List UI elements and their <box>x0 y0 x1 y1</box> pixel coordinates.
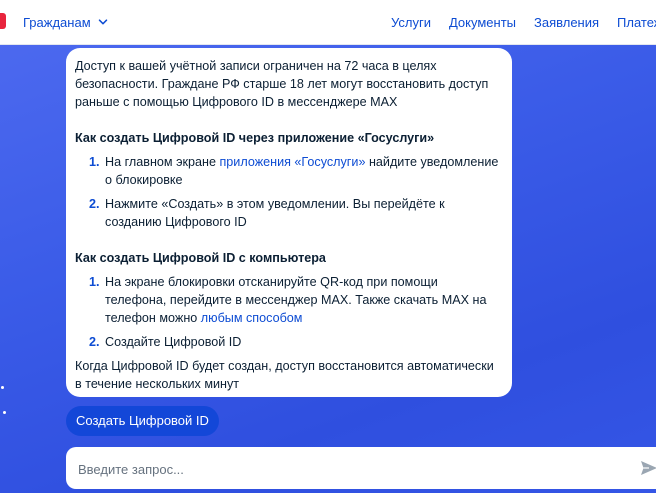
step-text: Создайте Цифровой ID <box>105 335 242 349</box>
nav-item-services[interactable]: Услуги <box>391 15 431 30</box>
nav-item-payments[interactable]: Платежи <box>617 15 656 30</box>
list-item: 1. На экране блокировки отсканируйте QR-… <box>75 273 502 327</box>
step-number: 2. <box>89 197 100 211</box>
step-number: 1. <box>89 155 100 169</box>
pc-steps-list: 1. На экране блокировки отсканируйте QR-… <box>75 273 502 351</box>
create-digital-id-button[interactable]: Создать Цифровой ID <box>66 406 219 436</box>
gosuslugi-app-link[interactable]: приложения «Госуслуги» <box>219 155 365 169</box>
decorative-dot <box>3 411 6 414</box>
top-navigation-bar: Гражданам Услуги Документы Заявления Пла… <box>0 0 656 45</box>
message-intro: Доступ к вашей учётной записи ограничен … <box>75 59 489 109</box>
decorative-dot <box>1 386 4 389</box>
step-text: Нажмите «Создать» в этом уведомлении. Вы… <box>105 197 445 229</box>
query-input[interactable] <box>76 455 620 483</box>
assistant-message-card: Доступ к вашей учётной записи ограничен … <box>66 48 512 397</box>
chevron-down-icon <box>98 19 107 25</box>
nav-item-documents[interactable]: Документы <box>449 15 516 30</box>
app-section-title: Как создать Цифровой ID через приложение… <box>75 131 435 145</box>
nav-item-applications[interactable]: Заявления <box>534 15 599 30</box>
list-item: 1. На главном экране приложения «Госуслу… <box>75 153 502 189</box>
query-input-bar <box>66 447 656 489</box>
list-item: 2. Создайте Цифровой ID <box>75 333 502 351</box>
step-number: 1. <box>89 275 100 289</box>
any-method-link[interactable]: любым способом <box>201 311 303 325</box>
audience-selector[interactable]: Гражданам <box>23 0 108 44</box>
send-icon[interactable] <box>639 458 656 478</box>
step-text: На главном экране приложения «Госуслуги»… <box>105 155 499 187</box>
pc-section-title: Как создать Цифровой ID с компьютера <box>75 251 326 265</box>
step-text: На экране блокировки отсканируйте QR-код… <box>105 275 487 325</box>
message-outro: Когда Цифровой ID будет создан, доступ в… <box>75 359 494 391</box>
app-steps-list: 1. На главном экране приложения «Госуслу… <box>75 153 502 231</box>
main-nav: Услуги Документы Заявления Платежи <box>391 0 656 44</box>
gosuslugi-logo[interactable] <box>0 13 6 29</box>
step-number: 2. <box>89 335 100 349</box>
audience-label: Гражданам <box>23 14 91 30</box>
list-item: 2. Нажмите «Создать» в этом уведомлении.… <box>75 195 502 231</box>
